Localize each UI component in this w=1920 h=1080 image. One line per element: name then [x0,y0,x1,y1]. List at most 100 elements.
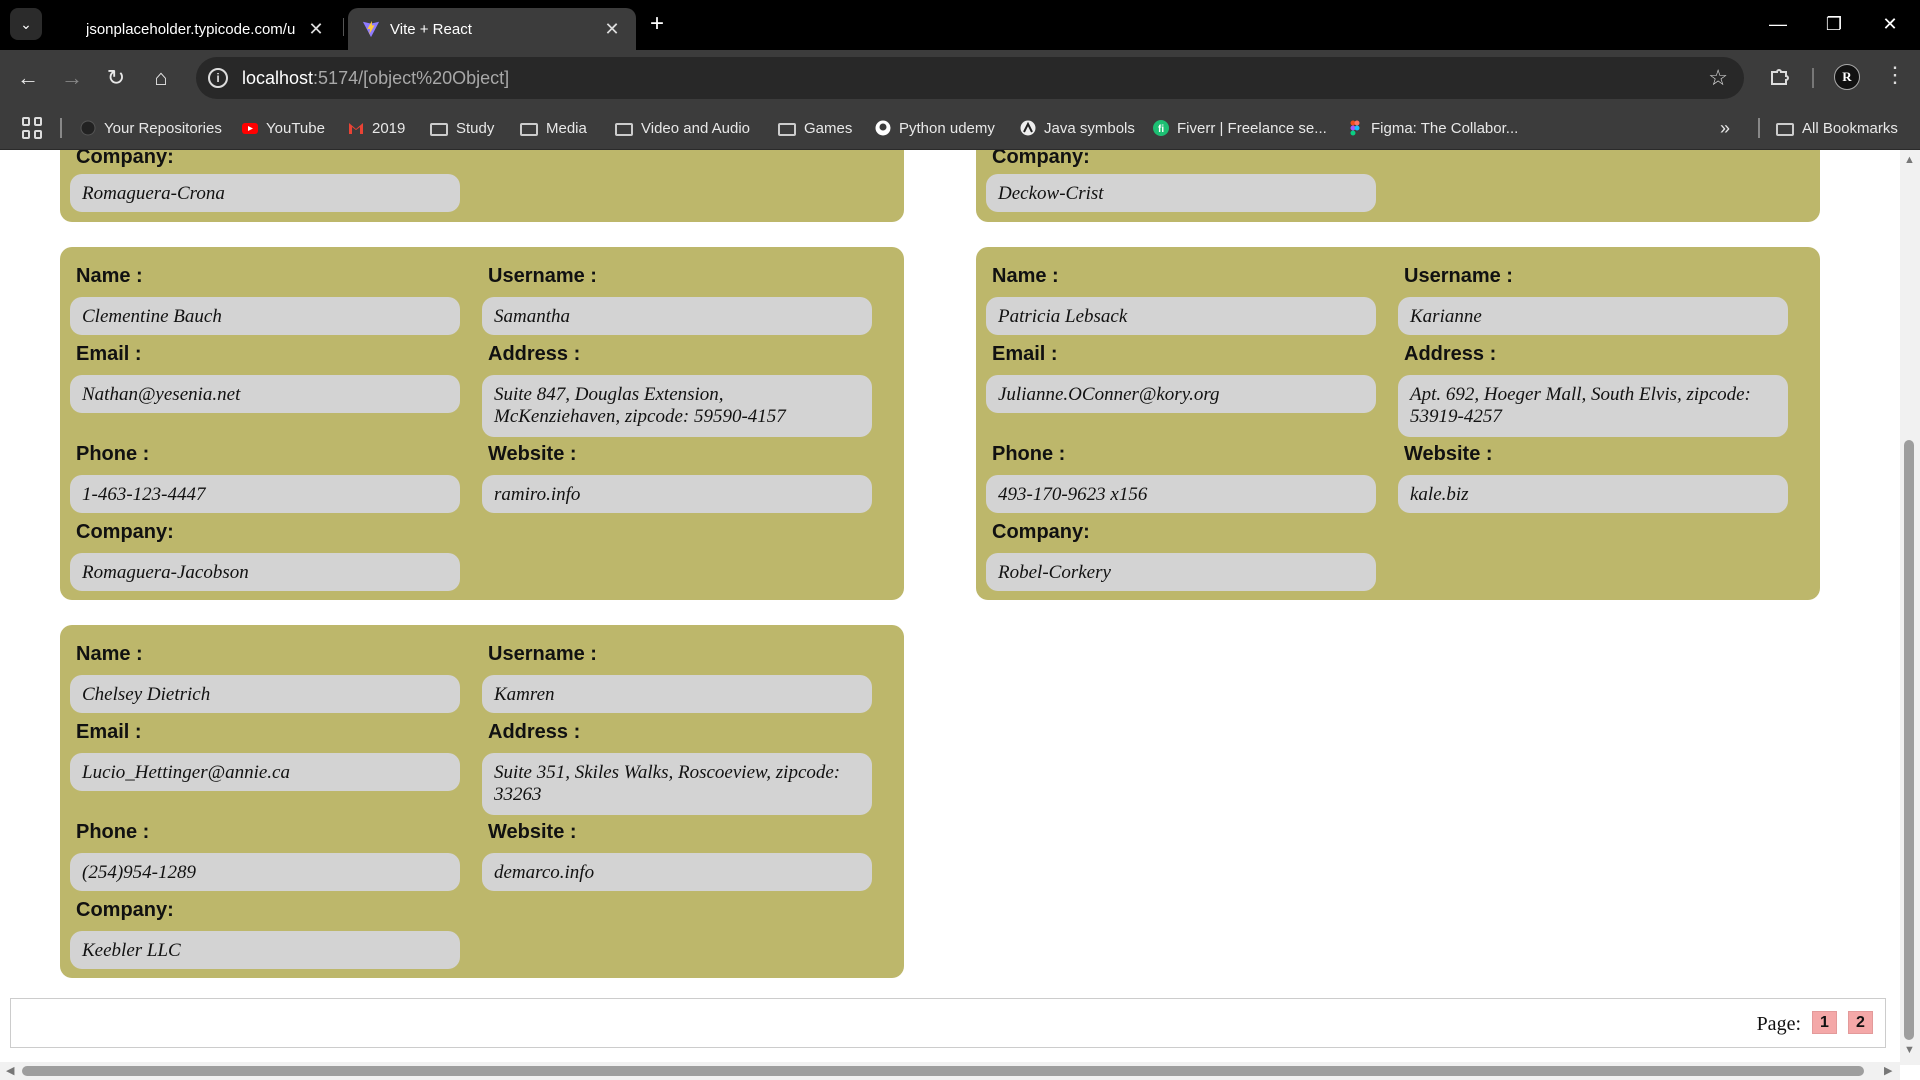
tab-search-chevron-icon[interactable]: ⌄ [10,8,42,40]
page-button-1[interactable]: 1 [1812,1011,1837,1034]
window-close-icon[interactable]: ✕ [1870,6,1910,42]
username-label: Username : [488,265,597,287]
java-symbols-icon [1020,120,1036,136]
vertical-scroll-thumb[interactable] [1904,440,1914,1040]
forward-arrow-icon[interactable]: → [58,64,86,92]
youtube-icon [242,123,258,134]
more-bookmarks-chevron-icon[interactable]: » [1720,117,1730,139]
close-icon[interactable]: ✕ [306,19,326,40]
bookmark-figma[interactable]: Figma: The Collabor... [1347,117,1518,139]
name-label: Name : [76,643,143,665]
website-value: demarco.info [482,853,872,891]
website-value: ramiro.info [482,475,872,513]
company-value: Deckow-Crist [986,174,1376,212]
tab-title: jsonplaceholder.typicode.com/u [86,20,296,38]
apps-grid-icon[interactable] [22,117,44,139]
name-value: Clementine Bauch [70,297,460,335]
bookmarks-divider [1758,118,1760,138]
address-value: Apt. 692, Hoeger Mall, South Elvis, zipc… [1398,375,1788,437]
company-label: Company: [992,521,1090,543]
restore-icon[interactable]: ❐ [1814,6,1854,42]
bookmark-games[interactable]: Games [778,117,852,139]
minimize-icon[interactable]: — [1758,6,1798,42]
bookmark-python-udemy[interactable]: Python udemy [875,117,995,139]
phone-value: 493-170-9623 x156 [986,475,1376,513]
horizontal-scrollbar[interactable]: ◀ ▶ [0,1062,1900,1080]
bookmark-your-repositories[interactable]: Your Repositories [80,117,222,139]
vertical-scrollbar[interactable]: ▲ ▼ [1900,150,1920,1065]
tab-title: Vite + React [390,20,472,38]
email-value: Nathan@yesenia.net [70,375,460,413]
company-label: Company: [76,521,174,543]
home-icon[interactable]: ⌂ [147,64,175,92]
extensions-puzzle-icon[interactable] [1768,64,1794,90]
user-card: Company: Romaguera-Crona [60,150,904,222]
email-value: Lucio_Hettinger@annie.ca [70,753,460,791]
browser-toolbar: ← → ↻ ⌂ i localhost:5174/[object%20Objec… [0,50,1920,107]
url-text[interactable]: localhost:5174/[object%20Object] [242,68,509,89]
horizontal-scroll-thumb[interactable] [22,1066,1864,1076]
email-label: Email : [76,721,142,743]
bookmark-star-icon[interactable]: ☆ [1708,65,1728,91]
bookmark-video-and-audio[interactable]: Video and Audio [615,117,750,139]
scroll-up-arrow-icon[interactable]: ▲ [1904,154,1915,166]
folder-icon [615,122,633,136]
website-label: Website : [1404,443,1493,465]
pagination-bar: Page: 1 2 [10,998,1886,1048]
github-icon [875,120,891,136]
website-label: Website : [488,821,577,843]
company-value: Romaguera-Crona [70,174,460,212]
bookmarks-bar: Your Repositories YouTube 2019 Study Med… [0,107,1920,150]
email-label: Email : [992,343,1058,365]
site-info-icon[interactable]: i [208,68,228,88]
bookmark-media[interactable]: Media [520,117,587,139]
phone-value: (254)954-1289 [70,853,460,891]
company-value: Robel-Corkery [986,553,1376,591]
back-arrow-icon[interactable]: ← [14,64,42,92]
close-icon[interactable]: ✕ [602,19,622,40]
bookmark-fiverr[interactable]: fi Fiverr | Freelance se... [1153,117,1327,139]
scroll-down-arrow-icon[interactable]: ▼ [1904,1044,1915,1056]
scroll-right-arrow-icon[interactable]: ▶ [1884,1064,1892,1077]
bookmark-study[interactable]: Study [430,117,494,139]
name-value: Chelsey Dietrich [70,675,460,713]
website-value: kale.biz [1398,475,1788,513]
bookmark-youtube[interactable]: YouTube [242,117,325,139]
phone-label: Phone : [992,443,1066,465]
all-bookmarks[interactable]: All Bookmarks [1776,117,1898,139]
menu-kebab-icon[interactable]: ⋮ [1884,62,1906,88]
phone-value: 1-463-123-4447 [70,475,460,513]
svg-text:fi: fi [1158,124,1164,135]
folder-icon [520,122,538,136]
bookmark-2019[interactable]: 2019 [348,117,405,139]
profile-avatar[interactable]: R [1834,64,1860,90]
folder-icon [778,122,796,136]
address-value: Suite 351, Skiles Walks, Roscoeview, zip… [482,753,872,815]
address-bar[interactable]: i localhost:5174/[object%20Object] ☆ [196,57,1744,99]
user-card: Name : Patricia Lebsack Username : Karia… [976,247,1820,600]
reload-icon[interactable]: ↻ [102,64,130,92]
tab-jsonplaceholder[interactable]: jsonplaceholder.typicode.com/u ✕ [72,8,340,50]
github-icon [80,120,96,136]
email-label: Email : [76,343,142,365]
scroll-left-arrow-icon[interactable]: ◀ [6,1064,14,1077]
new-tab-plus-icon[interactable]: + [650,12,664,36]
company-label: Company: [992,150,1090,168]
tab-divider [343,18,344,36]
phone-label: Phone : [76,443,150,465]
vite-logo-icon [362,20,380,38]
user-card: Name : Clementine Bauch Username : Saman… [60,247,904,600]
page-button-2[interactable]: 2 [1848,1011,1873,1034]
username-label: Username : [488,643,597,665]
tab-vite-react[interactable]: Vite + React ✕ [348,8,636,50]
email-value: Julianne.OConner@kory.org [986,375,1376,413]
bookmark-java-symbols[interactable]: Java symbols [1020,117,1135,139]
username-value: Karianne [1398,297,1788,335]
figma-icon [1350,120,1360,136]
username-value: Samantha [482,297,872,335]
page-viewport: Company: Romaguera-Crona Company: Deckow… [0,150,1900,1065]
bookmarks-divider [60,118,62,138]
name-label: Name : [992,265,1059,287]
name-value: Patricia Lebsack [986,297,1376,335]
page-label: Page: [1756,1013,1801,1035]
